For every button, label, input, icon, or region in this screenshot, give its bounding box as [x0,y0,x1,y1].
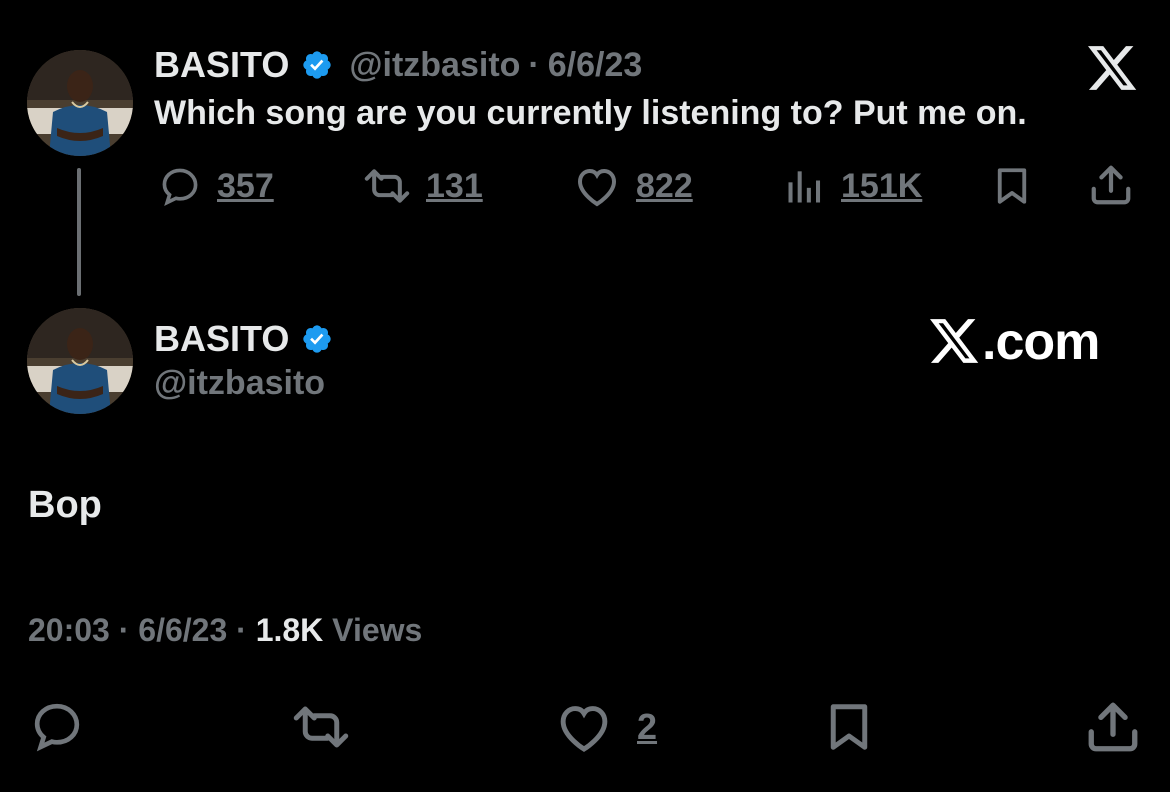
domain-text: .com [982,313,1100,371]
reply-like-button[interactable]: 2 [553,700,657,754]
x-com-branding: .com [930,312,1100,372]
share-icon [1088,162,1134,208]
x-logo-icon [1088,46,1138,92]
reply-icon [157,164,203,208]
verified-badge-icon [301,323,333,355]
reply-text: Bop [28,484,102,526]
reply-count[interactable]: 357 [217,167,274,206]
tweet-header: BASITO @itzbasito · 6/6/23 [154,44,642,86]
tweet-text: Which song are you currently listening t… [154,94,1027,132]
bookmark-button[interactable] [991,164,1033,208]
repost-icon [360,164,414,208]
meta-separator: · [118,612,130,648]
tweet-date[interactable]: 6/6/23 [548,46,643,85]
reply-author-name[interactable]: BASITO [154,318,289,360]
reply-avatar[interactable] [27,308,133,414]
separator-dot: · [528,45,540,84]
verified-badge-icon [301,49,333,81]
like-icon [553,700,615,754]
avatar[interactable] [27,50,133,156]
share-icon [1084,698,1142,756]
views-icon [783,164,827,208]
reply-views-count: 1.8K [255,612,324,648]
reply-author-handle[interactable]: @itzbasito [154,364,325,403]
reply-repost-button[interactable] [288,700,354,754]
repost-button[interactable]: 131 [360,164,483,208]
reply-bookmark-button[interactable] [822,698,876,756]
author-name[interactable]: BASITO [154,44,289,86]
bookmark-icon [991,164,1033,208]
views-button[interactable]: 151K [783,164,922,208]
reply-icon [28,698,86,754]
reply-meta: 20:03 · 6/6/23 · 1.8K Views [28,612,422,649]
reply-views-label: Views [332,612,423,648]
bookmark-icon [822,698,876,756]
like-icon [572,164,622,208]
views-count[interactable]: 151K [841,167,922,206]
share-button[interactable] [1088,162,1134,208]
reply-time[interactable]: 20:03 [28,612,110,648]
reply-reply-button[interactable] [28,698,86,754]
repost-count[interactable]: 131 [426,167,483,206]
repost-icon [288,700,354,754]
reply-share-button[interactable] [1084,698,1142,756]
meta-separator: · [236,612,247,648]
like-button[interactable]: 822 [572,164,693,208]
reply-button[interactable]: 357 [157,164,274,208]
reply-like-count[interactable]: 2 [637,706,657,748]
reply-date[interactable]: 6/6/23 [138,612,227,648]
x-logo-icon [930,319,980,365]
author-handle[interactable]: @itzbasito [349,46,520,85]
thread-line [77,168,81,296]
reply-header: BASITO [154,318,333,360]
like-count[interactable]: 822 [636,167,693,206]
